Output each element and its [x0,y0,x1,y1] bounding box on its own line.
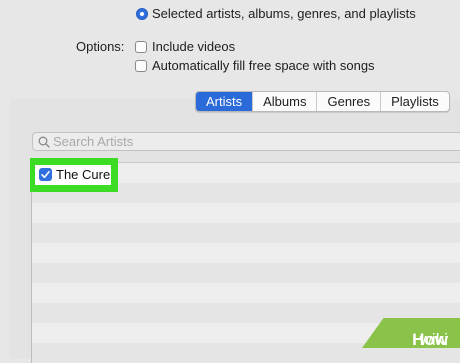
tab-playlists[interactable]: Playlists [380,92,449,111]
include-videos-checkbox[interactable] [135,41,147,53]
watermark-how: How [412,330,448,349]
autofill-label: Automatically fill free space with songs [152,58,375,73]
autofill-checkbox[interactable] [135,60,147,72]
magnifier-icon [38,136,50,148]
artist-name: The Cure [56,167,111,182]
checkmark-icon [41,170,50,179]
list-item[interactable]: The Cure [35,165,111,185]
tab-genres[interactable]: Genres [316,92,380,111]
selected-items-radio-label: Selected artists, albums, genres, and pl… [152,6,416,21]
options-heading: Options: [76,39,125,54]
search-field [32,132,460,151]
selected-items-radio[interactable] [136,8,148,20]
artist-checkbox[interactable] [39,168,52,181]
tab-albums[interactable]: Albums [252,92,316,111]
category-tabs: Artists Albums Genres Playlists [195,91,450,112]
include-videos-label: Include videos [152,39,236,54]
tab-artists[interactable]: Artists [196,92,253,111]
search-input[interactable] [53,133,453,150]
